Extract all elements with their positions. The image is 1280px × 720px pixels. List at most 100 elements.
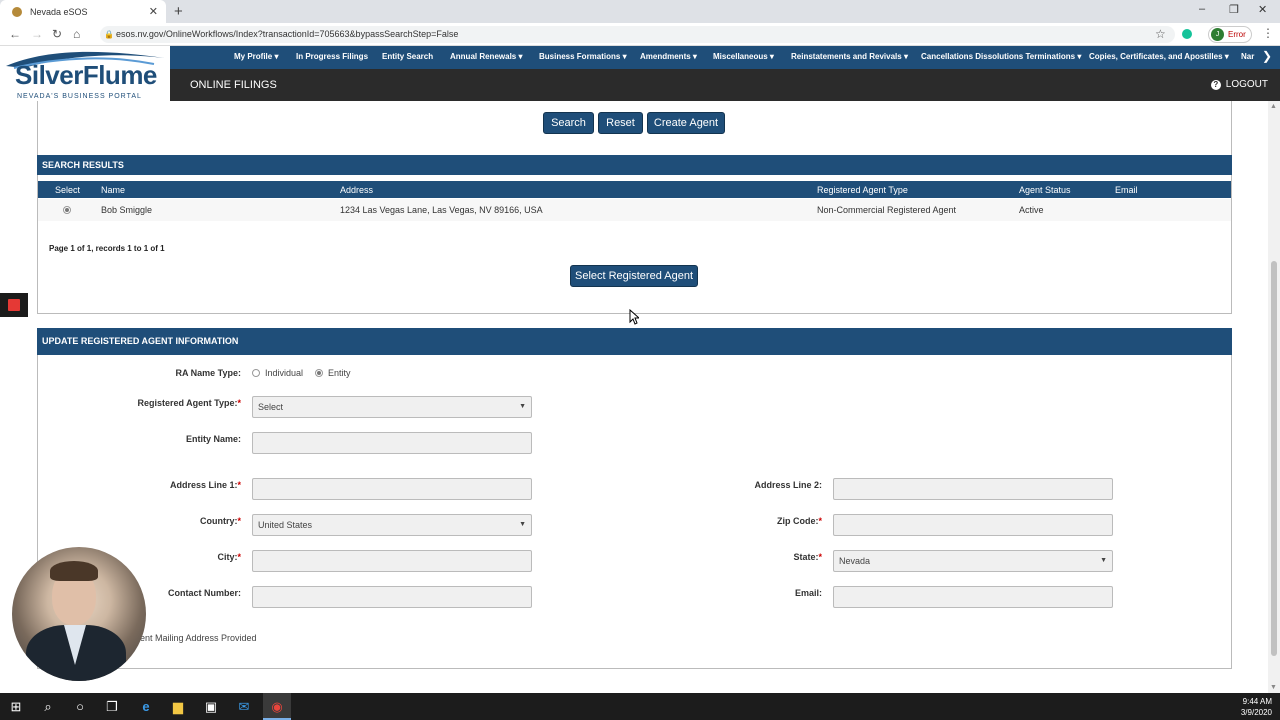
menu-copies-certificates[interactable]: Copies, Certificates, and Apostilles ▾ [1089,52,1229,61]
bookmark-star-icon[interactable]: ☆ [1155,27,1166,41]
record-stop-icon [8,299,20,311]
chevron-down-icon: ▼ [519,403,526,410]
reload-icon[interactable]: ↻ [52,27,62,41]
close-window-icon[interactable]: ✕ [1258,3,1267,16]
reset-button[interactable]: Reset [598,112,643,134]
zip-label: Zip Code:* [776,516,822,526]
cortana-icon[interactable]: ○ [72,699,88,715]
mail-icon[interactable]: ✉ [236,699,252,715]
task-view-icon[interactable]: ❐ [104,699,120,715]
pagination-info: Page 1 of 1, records 1 to 1 of 1 [49,244,165,253]
clock-time: 9:44 AM [1242,697,1272,706]
mouse-cursor-icon [629,309,639,325]
menu-reinstatements-revivals[interactable]: Reinstatements and Revivals ▾ [791,52,908,61]
back-icon[interactable]: ← [9,27,21,41]
search-icon[interactable]: ⌕ [40,699,56,715]
menu-entity-search[interactable]: Entity Search [382,52,433,61]
menu-cancellations[interactable]: Cancellations Dissolutions Terminations … [921,52,1081,61]
row-select-radio[interactable] [63,206,71,214]
store-icon[interactable]: ▣ [203,699,219,715]
forward-icon[interactable]: → [31,27,43,41]
file-explorer-icon[interactable]: ▆ [170,699,186,715]
minimize-icon[interactable]: – [1199,3,1205,15]
contact-number-label: Contact Number: [167,588,241,598]
entity-name-input[interactable] [252,432,532,454]
search-button[interactable]: Search [543,112,594,134]
section-title: ONLINE FILINGS [190,79,277,91]
recording-indicator[interactable] [0,293,28,317]
city-input[interactable] [252,550,532,572]
logout-button[interactable]: ? LOGOUT [1210,79,1268,90]
menu-nar[interactable]: Nar [1241,52,1254,61]
address1-label: Address Line 1:* [169,480,241,490]
country-label: Country:* [199,516,241,526]
row-agent-status: Active [1019,205,1044,215]
state-select[interactable]: Nevada ▼ [833,550,1113,572]
agent-type-label: Registered Agent Type:* [137,398,241,408]
tab-close-icon[interactable]: ✕ [149,5,158,18]
menu-annual-renewals[interactable]: Annual Renewals ▾ [450,52,523,61]
row-name: Bob Smiggle [101,205,153,215]
create-agent-button[interactable]: Create Agent [647,112,725,134]
city-label: City:* [217,552,241,562]
ra-individual-radio[interactable] [252,369,260,377]
row-address: 1234 Las Vegas Lane, Las Vegas, NV 89166… [340,205,543,215]
windows-taskbar: ⊞ ⌕ ○ ❐ e ▆ ▣ ✉ ◉ 9:44 AM 3/9/2020 [0,693,1280,720]
chevron-down-icon: ▼ [519,521,526,528]
scroll-up-icon[interactable]: ▲ [1270,103,1277,110]
col-name: Name [101,185,126,195]
address2-label: Address Line 2: [754,480,822,490]
menu-my-profile[interactable]: My Profile ▾ [234,52,278,61]
restore-icon[interactable]: ❐ [1229,3,1239,16]
table-row[interactable]: Bob Smiggle 1234 Las Vegas Lane, Las Veg… [38,199,1231,221]
windows-start-icon[interactable]: ⊞ [8,699,24,715]
system-clock[interactable]: 9:44 AM 3/9/2020 [1241,696,1272,718]
menu-business-formations[interactable]: Business Formations ▾ [539,52,627,61]
profile-avatar: J [1211,28,1224,41]
col-address: Address [340,185,374,195]
country-select[interactable]: United States ▼ [252,514,532,536]
contact-number-input[interactable] [252,586,532,608]
new-tab-icon[interactable]: + [174,3,183,20]
menu-in-progress-filings[interactable]: In Progress Filings [296,52,368,61]
col-agent-status: Agent Status [1019,185,1071,195]
site-favicon-icon [12,6,22,17]
tab-title: Nevada eSOS [30,6,88,17]
chevron-down-icon: ▼ [1100,557,1107,564]
email-label: Email: [794,588,822,598]
profile-status: Error [1228,30,1246,39]
ra-name-type-label: RA Name Type: [175,368,241,378]
email-input[interactable] [833,586,1113,608]
home-icon[interactable]: ⌂ [73,27,80,41]
scroll-thumb[interactable] [1271,261,1277,656]
ra-entity-radio[interactable] [315,369,323,377]
browser-tab[interactable]: Nevada eSOS ✕ [0,0,166,23]
agent-type-select[interactable]: Select ▼ [252,396,532,418]
ra-entity-label: Entity [328,368,351,378]
url-bar[interactable]: 🔒 esos.nv.gov/OnlineWorkflows/Index?tran… [100,26,1175,43]
edge-icon[interactable]: e [138,699,154,715]
main-menu: My Profile ▾ In Progress Filings Entity … [170,46,1280,69]
menu-miscellaneous[interactable]: Miscellaneous ▾ [713,52,774,61]
col-email: Email [1115,185,1138,195]
search-results-header: SEARCH RESULTS [37,155,1232,175]
select-registered-agent-button[interactable]: Select Registered Agent [570,265,698,287]
menu-amendments[interactable]: Amendments ▾ [640,52,697,61]
grammarly-extension-icon[interactable] [1182,29,1192,39]
browser-toolbar: ← → ↻ ⌂ 🔒 esos.nv.gov/OnlineWorkflows/In… [0,23,1280,46]
site-logo[interactable]: SilverFlume NEVADA'S BUSINESS PORTAL [0,46,170,101]
menu-scroll-right-icon[interactable]: ❯ [1262,49,1274,65]
results-table-header: Select Name Address Registered Agent Typ… [38,179,1231,198]
clock-date: 3/9/2020 [1240,708,1272,717]
webcam-person-hair [50,561,98,581]
zip-input[interactable] [833,514,1113,536]
ra-individual-label: Individual [265,368,304,378]
chrome-icon[interactable]: ◉ [269,699,285,715]
address2-input[interactable] [833,478,1113,500]
scroll-down-icon[interactable]: ▼ [1270,684,1277,691]
page-scrollbar[interactable]: ▲ ▼ [1268,101,1280,693]
sub-header: ONLINE FILINGS ? LOGOUT [170,69,1280,101]
profile-button[interactable]: J Error [1208,26,1252,43]
browser-menu-icon[interactable]: ⋮ [1262,26,1274,40]
address1-input[interactable] [252,478,532,500]
